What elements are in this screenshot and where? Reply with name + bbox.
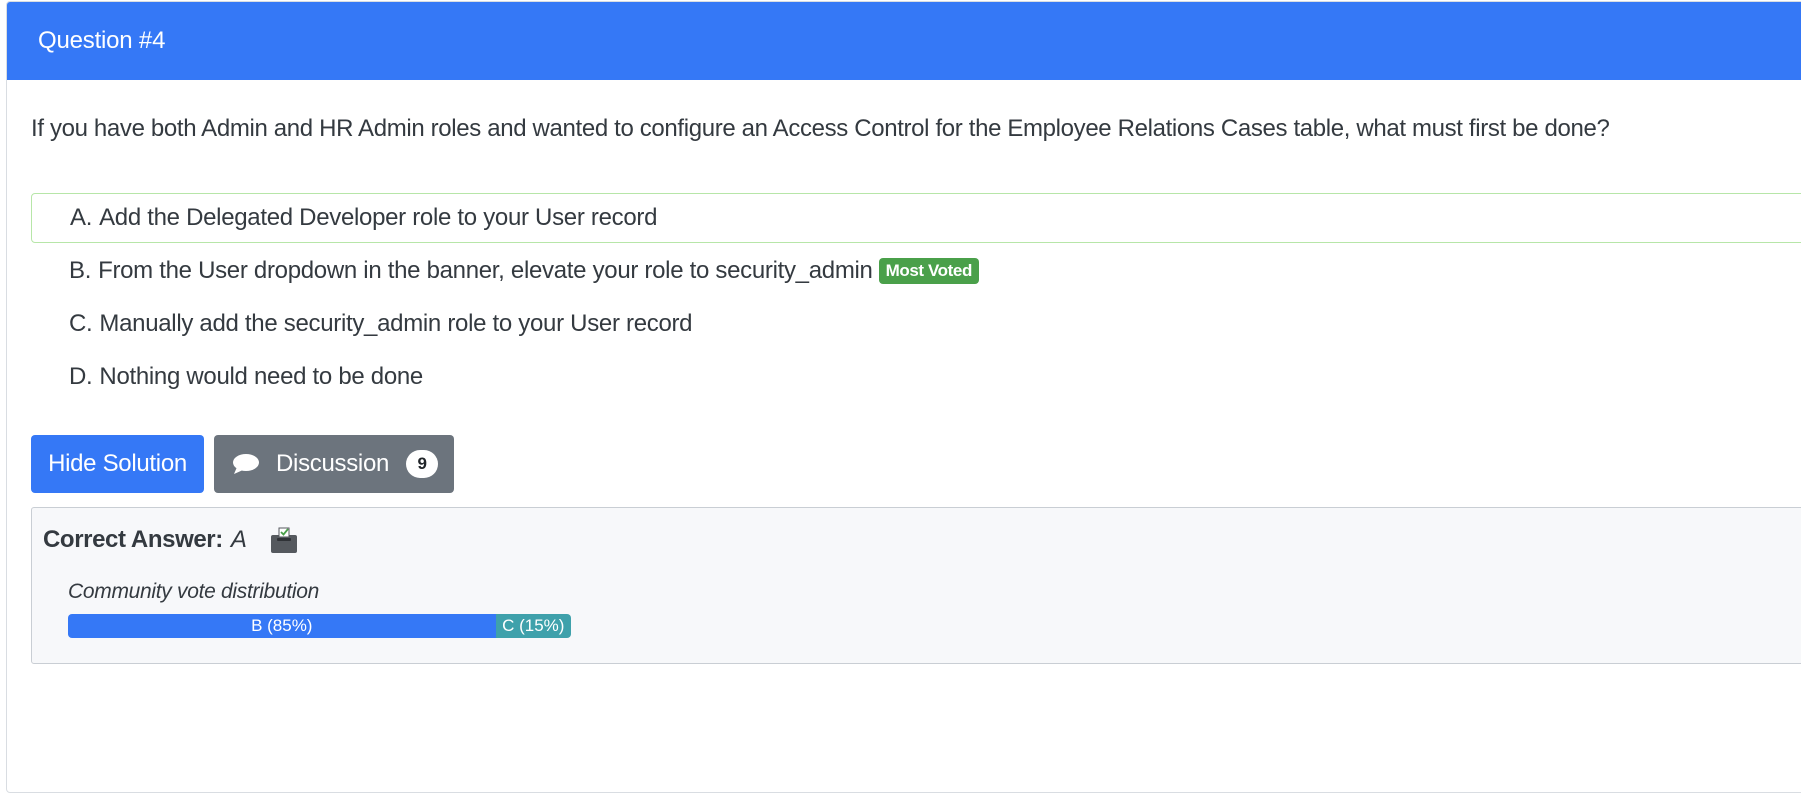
question-text: If you have both Admin and HR Admin role… [31,115,1610,142]
choice-a[interactable]: A. Add the Delegated Developer role to y… [31,193,1801,243]
correct-answer-label: Correct Answer: [43,526,223,553]
choice-b[interactable]: B. From the User dropdown in the banner,… [31,246,1801,296]
vote-distribution-bar: B (85%) C (15%) [68,614,571,638]
correct-answer-line: Correct Answer: A [43,526,299,554]
choice-letter: C. [69,310,93,337]
question-number: Question #4 [38,27,166,54]
choice-text: From the User dropdown in the banner, el… [98,257,873,284]
discussion-button[interactable]: Discussion 9 [214,435,454,493]
comment-icon [233,454,259,474]
choice-text: Add the Delegated Developer role to your… [99,204,658,231]
hide-solution-button[interactable]: Hide Solution [31,435,204,493]
choice-text: Nothing would need to be done [99,363,423,390]
solution-panel: Correct Answer: A Community vote distrib… [31,507,1801,664]
ballot-box-icon [270,527,297,553]
hide-solution-label: Hide Solution [48,450,187,477]
vote-segment: C (15%) [495,614,571,638]
question-header: Question #4 [7,2,1801,80]
discussion-label: Discussion [276,450,390,477]
choice-letter: B. [69,257,92,284]
choice-d[interactable]: D. Nothing would need to be done [31,352,1801,402]
choice-letter: A. [70,204,93,231]
choice-text: Manually add the security_admin role to … [99,310,693,337]
choice-letter: D. [69,363,93,390]
most-voted-badge: Most Voted [878,258,979,284]
correct-answer-value: A [230,526,247,553]
choice-c[interactable]: C. Manually add the security_admin role … [31,299,1801,349]
vote-segment: B (85%) [68,614,496,638]
discussion-count-badge: 9 [406,450,439,478]
vote-distribution-title: Community vote distribution [68,580,320,603]
